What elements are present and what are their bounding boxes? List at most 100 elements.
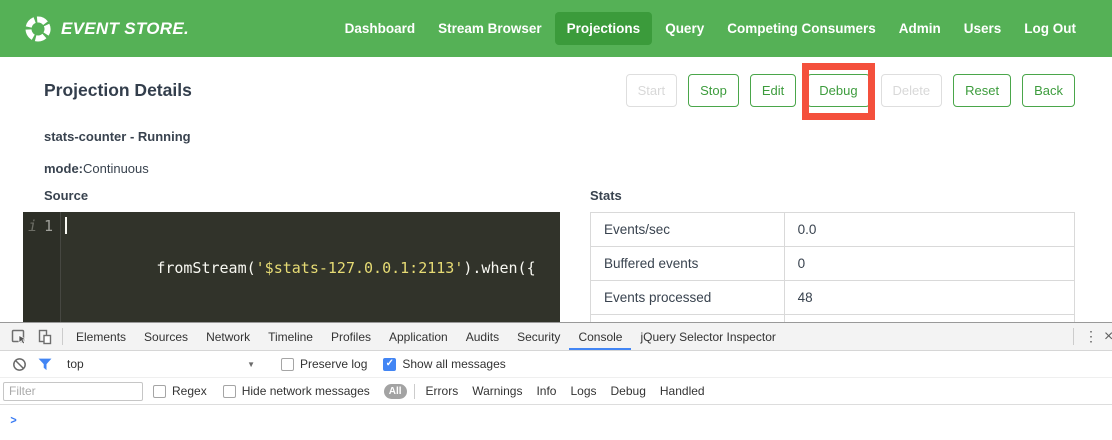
devtools-tab-timeline[interactable]: Timeline xyxy=(259,323,322,350)
stats-row: Buffered events0 xyxy=(591,247,1075,281)
tabbar-separator xyxy=(62,328,63,345)
devtools-tab-security[interactable]: Security xyxy=(508,323,569,350)
top-navbar: EVENT STORE. DashboardStream BrowserProj… xyxy=(0,0,1112,57)
nav-item-projections[interactable]: Projections xyxy=(555,12,653,45)
preserve-log-label: Preserve log xyxy=(300,357,367,371)
filter-all-badge[interactable]: All xyxy=(384,384,407,399)
source-panel: Source i 1 fromStream('$stats-127.0.0.1:… xyxy=(23,188,560,322)
edit-button[interactable]: Edit xyxy=(750,74,796,107)
device-toolbar-button[interactable] xyxy=(32,326,58,348)
code-segment: fromStream( xyxy=(156,259,255,277)
tabbar-separator-right xyxy=(1073,328,1074,345)
code-editor[interactable]: i 1 fromStream('$stats-127.0.0.1:2113').… xyxy=(23,212,560,322)
code-line[interactable]: fromStream('$stats-127.0.0.1:2113').when… xyxy=(61,212,560,322)
devtools-tabbar: ElementsSourcesNetworkTimelineProfilesAp… xyxy=(0,323,1112,351)
nav-item-admin[interactable]: Admin xyxy=(889,13,951,44)
nav-item-dashboard[interactable]: Dashboard xyxy=(335,13,426,44)
level-filter-handled[interactable]: Handled xyxy=(653,384,712,398)
hide-network-messages-label: Hide network messages xyxy=(242,384,370,398)
clear-console-icon xyxy=(12,357,27,372)
console-prompt-icon: > xyxy=(10,413,16,440)
level-filter-errors[interactable]: Errors xyxy=(419,384,466,398)
level-filter-logs[interactable]: Logs xyxy=(563,384,603,398)
action-buttons: Start Stop Edit Debug Delete Reset Back xyxy=(626,74,1075,107)
level-filter-warnings[interactable]: Warnings xyxy=(465,384,529,398)
console-filter-button[interactable] xyxy=(32,353,58,375)
level-filter-info[interactable]: Info xyxy=(529,384,563,398)
projection-status: stats-counter - Running xyxy=(44,129,1075,144)
editor-gutter: i 1 xyxy=(23,212,61,322)
event-store-logo[interactable]: EVENT STORE. xyxy=(24,15,189,43)
app-window: EVENT STORE. DashboardStream BrowserProj… xyxy=(0,0,1112,322)
page-content: Projection Details Start Stop Edit Debug Del… xyxy=(0,73,1112,322)
title-row: Projection Details Start Stop Edit Debug Del… xyxy=(44,73,1075,107)
code-segment xyxy=(536,259,560,277)
levels-separator xyxy=(414,384,415,399)
kebab-menu-icon: ⋮ xyxy=(1084,328,1098,345)
devtools-tab-profiles[interactable]: Profiles xyxy=(322,323,380,350)
hide-network-messages-checkbox[interactable] xyxy=(223,385,236,398)
level-filter-debug[interactable]: Debug xyxy=(604,384,653,398)
devtools-tab-network[interactable]: Network xyxy=(197,323,259,350)
stats-label: Stats xyxy=(590,188,1075,203)
console-filterbar: Regex Hide network messages All ErrorsWa… xyxy=(0,378,1112,405)
preserve-log-checkbox[interactable] xyxy=(281,358,294,371)
start-button[interactable]: Start xyxy=(626,74,677,107)
delete-button[interactable]: Delete xyxy=(881,74,943,107)
stats-table-body: Events/sec0.0Buffered events0Events proc… xyxy=(591,213,1075,323)
source-label: Source xyxy=(44,188,560,203)
console-toolbar: top ▼ Preserve log Show all messages xyxy=(0,351,1112,378)
execution-context-dropdown[interactable]: top ▼ xyxy=(67,357,255,371)
event-store-logo-icon xyxy=(24,15,52,43)
nav-item-query[interactable]: Query xyxy=(655,13,714,44)
nav-item-stream-browser[interactable]: Stream Browser xyxy=(428,13,552,44)
stats-row: Events processed48 xyxy=(591,281,1075,315)
reset-button[interactable]: Reset xyxy=(953,74,1011,107)
show-all-messages-checkbox[interactable] xyxy=(383,358,396,371)
nav-item-log-out[interactable]: Log Out xyxy=(1014,13,1086,44)
main-nav: DashboardStream BrowserProjectionsQueryC… xyxy=(335,12,1086,45)
console-levels: ErrorsWarningsInfoLogsDebugHandled xyxy=(419,384,712,398)
debug-button[interactable]: Debug xyxy=(807,74,869,107)
stats-row-cut xyxy=(591,315,1075,323)
projection-mode: mode:Continuous xyxy=(44,161,1075,176)
devtools-tab-console[interactable]: Console xyxy=(569,323,631,350)
line-number: 1 xyxy=(44,216,53,322)
clear-console-button[interactable] xyxy=(6,353,32,375)
inspect-element-button[interactable] xyxy=(6,326,32,348)
close-icon: × xyxy=(1104,329,1112,345)
nav-item-users[interactable]: Users xyxy=(954,13,1012,44)
devtools-tab-jquery-selector-inspector[interactable]: jQuery Selector Inspector xyxy=(631,323,784,350)
devtools-tab-elements[interactable]: Elements xyxy=(67,323,135,350)
devtools-close-button[interactable]: × xyxy=(1104,326,1112,348)
stats-row: Events/sec0.0 xyxy=(591,213,1075,247)
devtools-menu-button[interactable]: ⋮ xyxy=(1078,326,1104,348)
debug-button-wrap: Debug xyxy=(807,74,869,107)
regex-checkbox[interactable] xyxy=(153,385,166,398)
panels: Source i 1 fromStream('$stats-127.0.0.1:… xyxy=(44,188,1075,322)
nav-item-competing-consumers[interactable]: Competing Consumers xyxy=(717,13,886,44)
regex-label: Regex xyxy=(172,384,207,398)
filter-funnel-icon xyxy=(38,358,52,371)
back-button[interactable]: Back xyxy=(1022,74,1075,107)
show-all-messages-label: Show all messages xyxy=(402,357,505,371)
page-title: Projection Details xyxy=(44,80,192,101)
console-filter-input[interactable] xyxy=(3,382,143,401)
console-prompt[interactable]: > xyxy=(0,405,1112,440)
code-segment: '$stats-127.0.0.1:2113' xyxy=(256,259,464,277)
devtools-tab-audits[interactable]: Audits xyxy=(457,323,508,350)
devtools-tabs: ElementsSourcesNetworkTimelineProfilesAp… xyxy=(67,323,785,350)
mode-value: Continuous xyxy=(83,161,149,176)
stats-table: Events/sec0.0Buffered events0Events proc… xyxy=(590,212,1075,322)
devtools-tab-application[interactable]: Application xyxy=(380,323,457,350)
stats-panel: Stats Events/sec0.0Buffered events0Event… xyxy=(590,188,1075,322)
devtools-tab-sources[interactable]: Sources xyxy=(135,323,197,350)
device-toolbar-icon xyxy=(37,329,53,345)
devtools-panel: ElementsSourcesNetworkTimelineProfilesAp… xyxy=(0,322,1112,440)
chevron-down-icon: ▼ xyxy=(247,360,255,369)
logo-text: EVENT STORE. xyxy=(61,19,189,39)
text-caret xyxy=(65,217,67,234)
code-segment: ).when({ xyxy=(463,259,535,277)
stop-button[interactable]: Stop xyxy=(688,74,739,107)
context-value: top xyxy=(67,357,84,371)
